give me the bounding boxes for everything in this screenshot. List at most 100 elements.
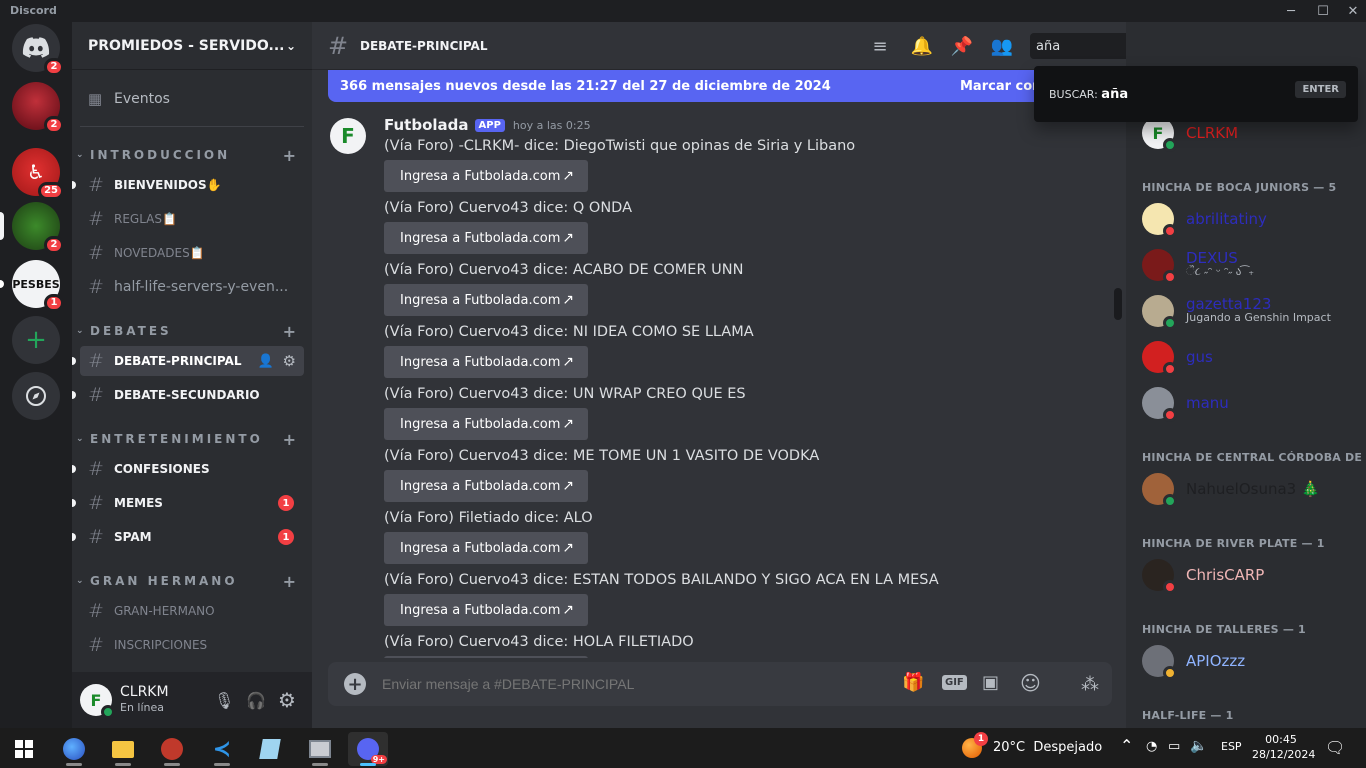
member-item[interactable]: ChrisCARP [1142,554,1362,596]
discord-home-button[interactable]: 2 [12,24,64,76]
maximize-button[interactable]: ☐ [1308,0,1338,22]
member-item[interactable]: manu [1142,382,1362,424]
member-item[interactable]: gazetta123 Jugando a Genshin Impact [1142,290,1362,332]
new-messages-banner[interactable]: 366 mensajes nuevos desde las 21:27 del … [328,70,1118,102]
channel-debate-principal[interactable]: # DEBATE-PRINCIPAL 👤 ⚙ [72,346,304,376]
sticker-icon[interactable]: ▣ [982,672,999,693]
channel-gran-hermano[interactable]: # GRAN-HERMANO [80,596,304,626]
link-label: Ingresa a Futbolada.com [400,602,561,618]
link-button[interactable]: Ingresa a Futbolada.com↗ [384,222,588,254]
volume-icon[interactable]: 🔈 [1190,738,1207,754]
add-channel-icon[interactable]: + [283,430,296,449]
member-item[interactable]: gus [1142,336,1362,378]
events-item[interactable]: ▦ Eventos [80,84,304,114]
member-item[interactable]: APIOzzz [1142,640,1362,682]
channel-memes[interactable]: # MEMES 1 [72,488,304,518]
member-list: F CLRKM HINCHA DE BOCA JUNIORS — 5 abril… [1126,22,1366,728]
search-suggestion[interactable]: BUSCAR: aña [1049,87,1128,102]
gif-button[interactable]: GIF [942,675,967,690]
channel-confesiones[interactable]: # CONFESIONES [72,454,304,484]
member-item[interactable]: DEXUS ૈ૮ ˶ᵔ ᵕ ᵔ˶ ა ͡ ₊ [1142,244,1362,286]
headphones-icon[interactable]: 🎧 [246,691,266,710]
server-icon-4[interactable]: 2 [0,202,64,254]
apps-button[interactable]: ⁂ [1068,662,1112,706]
battery-icon[interactable]: ▭ [1168,739,1180,754]
unread-indicator [72,181,76,189]
clock[interactable]: 00:45 28/12/2024 [1252,732,1315,762]
category-introduccion[interactable]: ⌄ INTRODUCCION + [76,145,308,165]
channel-name: half-life-servers-y-even... [114,279,289,295]
discord-taskbar-button[interactable]: 9+ [348,732,388,766]
notifications-icon[interactable]: 🗨 [1325,738,1345,757]
channel-reglas[interactable]: # REGLAS📋 [80,204,304,234]
add-channel-icon[interactable]: + [283,572,296,591]
scrollbar[interactable] [1114,102,1122,658]
minimize-button[interactable]: ─ [1276,0,1306,22]
channel-bienvenidos[interactable]: # BIENVENIDOS✋ [72,170,304,200]
close-window-button[interactable]: ✕ [1338,0,1366,22]
link-button[interactable]: Ingresa a Futbolada.com↗ [384,594,588,626]
add-channel-icon[interactable]: + [283,322,296,341]
explore-button[interactable] [12,372,60,420]
file-explorer-button[interactable] [103,732,143,766]
invite-icon[interactable]: 👤 [258,354,274,369]
app-window-button[interactable] [300,732,340,766]
server-icon-pesbes[interactable]: PESBES 1 [0,260,64,312]
bell-icon[interactable]: 🔔 [910,34,934,58]
add-attachment-button[interactable]: + [344,673,366,695]
threads-icon[interactable]: ≡ [868,34,892,58]
category-debates[interactable]: ⌄ DEBATES + [76,321,308,341]
start-button[interactable] [4,732,44,766]
category-entretenimiento[interactable]: ⌄ ENTRETENIMIENTO + [76,429,308,449]
channel-half-life[interactable]: # half-life-servers-y-even... [80,272,304,302]
category-gran-hermano[interactable]: ⌄ GRAN HERMANO + [76,571,308,591]
gear-icon[interactable]: ⚙ [278,688,296,712]
chevron-up-icon[interactable]: ⌃ [1120,736,1133,755]
app-button[interactable] [152,732,192,766]
notepad-button[interactable] [250,732,290,766]
add-server-button[interactable]: + [12,316,60,364]
add-channel-icon[interactable]: + [283,146,296,165]
pin-icon[interactable]: 📌 [950,34,974,58]
dnd-status-icon [1163,224,1177,238]
language-indicator[interactable]: ESP [1221,740,1242,753]
vscode-button[interactable]: ≺ [202,732,242,766]
link-button[interactable]: Ingresa a Futbolada.com↗ [384,532,588,564]
member-item[interactable]: NahuelOsuna3 🎄 [1142,468,1362,510]
avatar[interactable]: F [80,684,115,719]
channel-debate-secundario[interactable]: # DEBATE-SECUNDARIO [72,380,304,410]
member-item[interactable]: abrilitatiny [1142,198,1362,240]
emoji-icon[interactable]: ☺ [1020,671,1041,695]
channel-spam[interactable]: # SPAM 1 [72,522,304,552]
window-icon [309,740,331,758]
author-name[interactable]: Futbolada [384,116,469,134]
wifi-icon[interactable]: ◔ [1146,739,1157,754]
link-button[interactable]: Ingresa a Futbolada.com↗ [384,284,588,316]
channel-novedades[interactable]: # NOVEDADES📋 [80,238,304,268]
microphone-icon[interactable]: 🎙 [214,691,234,710]
mark-read-button[interactable]: Marcar com [960,79,1046,94]
channel-inscripciones[interactable]: # INSCRIPCIONES [80,630,304,660]
server-icon-2[interactable]: 2 [12,82,64,134]
weather-text[interactable]: 20°C Despejado [993,740,1102,755]
link-button[interactable]: Ingresa a Futbolada.com↗ [384,160,588,192]
message-input[interactable] [382,672,882,696]
server-header[interactable]: PROMIEDOS - SERVIDO... ⌄ [72,22,312,70]
gear-icon[interactable]: ⚙ [283,352,296,370]
user-panel: F CLRKM En línea 🎙 🎧 ⚙ [72,672,312,728]
server-icon-3[interactable]: ♿ 25 [12,148,64,200]
gift-icon[interactable]: 🎁 [902,672,924,693]
channel-name: BIENVENIDOS✋ [114,178,222,192]
search-popup: BUSCAR: aña ENTER [1034,66,1358,122]
firefox-button[interactable] [54,732,94,766]
link-button[interactable]: Ingresa a Futbolada.com↗ [384,346,588,378]
search-input[interactable]: aña [1036,39,1060,54]
member-list-icon[interactable]: 👥 [990,34,1014,58]
author-avatar[interactable]: F [330,118,366,154]
link-button[interactable]: Ingresa a Futbolada.com↗ [384,656,588,658]
link-button[interactable]: Ingresa a Futbolada.com↗ [384,470,588,502]
link-button[interactable]: Ingresa a Futbolada.com↗ [384,408,588,440]
user-info[interactable]: CLRKM En línea [120,685,169,715]
weather-icon[interactable]: 1 [962,732,988,758]
scrollbar-thumb[interactable] [1114,288,1122,320]
